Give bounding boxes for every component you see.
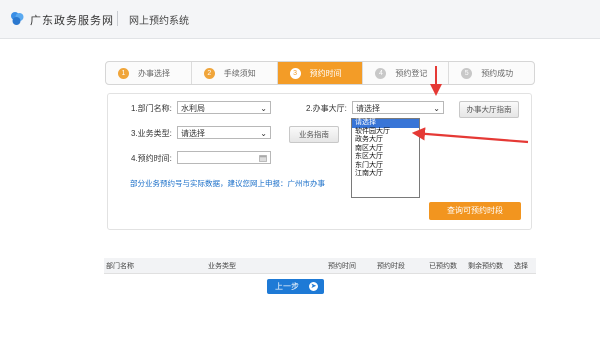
col-header: 部门名称 xyxy=(106,262,134,270)
col-header: 已预约数 xyxy=(429,262,457,270)
col-header: 预约时段 xyxy=(377,262,405,270)
results-table-header: 部门名称 业务类型 预约时间 预约时段 已预约数 剩余预约数 选择 xyxy=(104,258,536,274)
annotation-arrows xyxy=(411,66,529,144)
col-header: 选择 xyxy=(514,262,528,270)
previous-step-label: 上一步 xyxy=(275,282,299,291)
arrow-right-icon: ➤ xyxy=(309,282,318,291)
col-header: 剩余预约数 xyxy=(468,262,503,270)
previous-step-button[interactable]: 上一步 ➤ xyxy=(267,279,324,294)
col-header: 业务类型 xyxy=(208,262,236,270)
red-arrow-left xyxy=(411,127,529,144)
col-header: 预约时间 xyxy=(328,262,356,270)
